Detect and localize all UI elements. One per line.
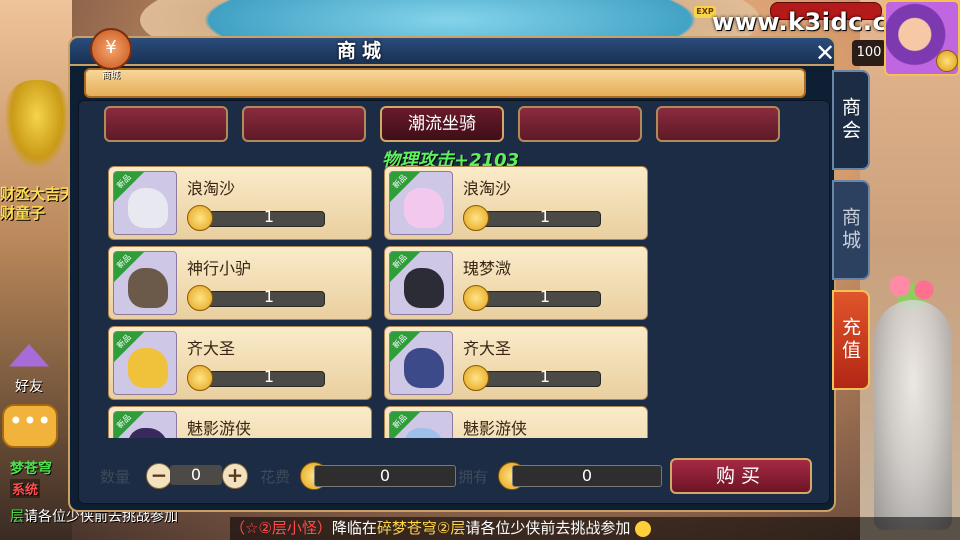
new-tag-label: 新品 <box>391 252 409 271</box>
item-price: 1 <box>263 207 275 226</box>
mount-icon <box>404 428 444 438</box>
item-price: 1 <box>539 207 551 226</box>
item-price: 1 <box>263 287 275 306</box>
balance-label: 拥有 <box>458 468 489 486</box>
chat-prefix: 层 <box>10 509 24 525</box>
item-card[interactable]: 新品 浪淘沙 1 <box>108 166 372 240</box>
cost-field: 0 <box>314 465 456 487</box>
tab-recharge[interactable]: 充值 <box>832 290 870 390</box>
npc-name-2: 财童子 <box>0 204 46 222</box>
item-name: 魅影游侠 <box>187 419 252 438</box>
friends-label: 好友 <box>15 379 43 395</box>
item-card[interactable]: 新品 齐大圣 1 <box>384 326 648 400</box>
item-name: 神行小驴 <box>187 259 252 278</box>
mount-icon <box>404 348 444 388</box>
new-tag-label: 新品 <box>115 252 133 271</box>
cost-label: 花费 <box>260 468 291 486</box>
quantity-label: 数量 <box>100 468 131 486</box>
item-card[interactable]: 新品 瑰梦溦 1 <box>384 246 648 320</box>
new-tag-label: 新品 <box>391 172 409 191</box>
quantity-plus-button[interactable]: + <box>222 463 248 489</box>
item-name: 浪淘沙 <box>463 179 512 198</box>
item-card[interactable]: 新品 齐大圣 1 <box>108 326 372 400</box>
new-tag-label: 新品 <box>391 412 409 431</box>
item-card[interactable]: 新品 魅影游侠 <box>384 406 648 438</box>
category-tab-mounts[interactable]: 潮流坐骑 <box>380 106 504 142</box>
npc-name-1: 财丞大吉天 <box>0 185 76 203</box>
item-name: 魅影游侠 <box>463 419 528 438</box>
dragon-mount-icon[interactable] <box>4 80 70 170</box>
chat-button[interactable]: ••• <box>2 404 58 448</box>
chat-player-name[interactable]: 梦苍穹 <box>10 458 52 478</box>
item-name: 瑰梦溦 <box>463 259 512 278</box>
quantity-minus-button[interactable]: − <box>146 463 172 489</box>
category-tab-4[interactable] <box>518 106 642 142</box>
tab-shop[interactable]: 商城 <box>832 180 870 280</box>
mount-icon <box>404 268 444 308</box>
item-price: 1 <box>539 287 551 306</box>
broadcast-place[interactable]: 碎梦苍穹②层 <box>377 519 465 537</box>
broadcast-tag: （☆②层小怪） <box>230 519 332 537</box>
mount-icon <box>128 268 168 308</box>
item-name: 齐大圣 <box>463 339 512 358</box>
item-name: 浪淘沙 <box>187 179 236 198</box>
coin-icon <box>187 205 213 231</box>
category-tab-2[interactable] <box>242 106 366 142</box>
coin-icon <box>187 365 213 391</box>
mount-image: 新品 <box>113 251 177 315</box>
item-card[interactable]: 新品 魅影游侠 <box>108 406 372 438</box>
mount-image: 新品 <box>113 171 177 235</box>
coin-icon <box>463 285 489 311</box>
mount-icon <box>128 188 168 228</box>
mount-image: 新品 <box>389 251 453 315</box>
category-tab-5[interactable] <box>656 106 780 142</box>
item-price: 1 <box>539 367 551 386</box>
mount-icon <box>404 188 444 228</box>
shop-badge: ¥ 商城 <box>88 28 134 81</box>
scroll-banner <box>84 68 806 98</box>
mount-image: 新品 <box>389 331 453 395</box>
mount-image: 新品 <box>389 411 453 438</box>
friends-button[interactable]: 好友 <box>6 344 52 400</box>
system-broadcast: （☆②层小怪）降临在碎梦苍穹②层请各位少侠前去挑战参加 <box>230 517 960 540</box>
mount-image: 新品 <box>113 411 177 438</box>
coin-icon <box>187 285 213 311</box>
new-tag-label: 新品 <box>115 172 133 191</box>
balance-field: 0 <box>512 465 662 487</box>
broadcast-post: 请各位少侠前去挑战参加 <box>465 519 631 537</box>
category-tab-1[interactable] <box>104 106 228 142</box>
broadcast-pre: 降临在 <box>331 519 377 537</box>
new-tag-label: 新品 <box>115 412 133 431</box>
item-name: 齐大圣 <box>187 339 236 358</box>
money-bag-icon: ¥ <box>90 28 132 70</box>
hat-icon <box>9 344 49 367</box>
mount-image: 新品 <box>389 171 453 235</box>
system-tag: 系统 <box>10 479 41 498</box>
item-card[interactable]: 新品 神行小驴 1 <box>108 246 372 320</box>
mount-image: 新品 <box>113 331 177 395</box>
close-button[interactable]: ✕ <box>812 40 838 66</box>
item-price: 1 <box>263 367 275 386</box>
shop-badge-label: 商城 <box>101 71 120 81</box>
item-card[interactable]: 新品 浪淘沙 1 <box>384 166 648 240</box>
coin-icon <box>463 205 489 231</box>
mount-icon <box>128 428 168 438</box>
item-list[interactable]: 新品 浪淘沙 1 新品 浪淘沙 1 新品 神行小驴 1 新品 瑰梦溦 1 新品 齐大圣 1 新品 齐大圣 1 新品魅… <box>108 166 652 438</box>
smile-emoji-icon <box>635 520 652 537</box>
coin-icon <box>463 365 489 391</box>
buy-button[interactable]: 购买 <box>670 458 812 494</box>
mount-icon <box>128 348 168 388</box>
player-level: 100 <box>852 40 886 66</box>
new-tag-label: 新品 <box>115 332 133 351</box>
tab-guild[interactable]: 商会 <box>832 70 870 170</box>
new-tag-label: 新品 <box>391 332 409 351</box>
statue-decoration <box>874 300 952 530</box>
quantity-field[interactable]: 0 <box>170 465 222 485</box>
coin-icon <box>936 50 958 72</box>
